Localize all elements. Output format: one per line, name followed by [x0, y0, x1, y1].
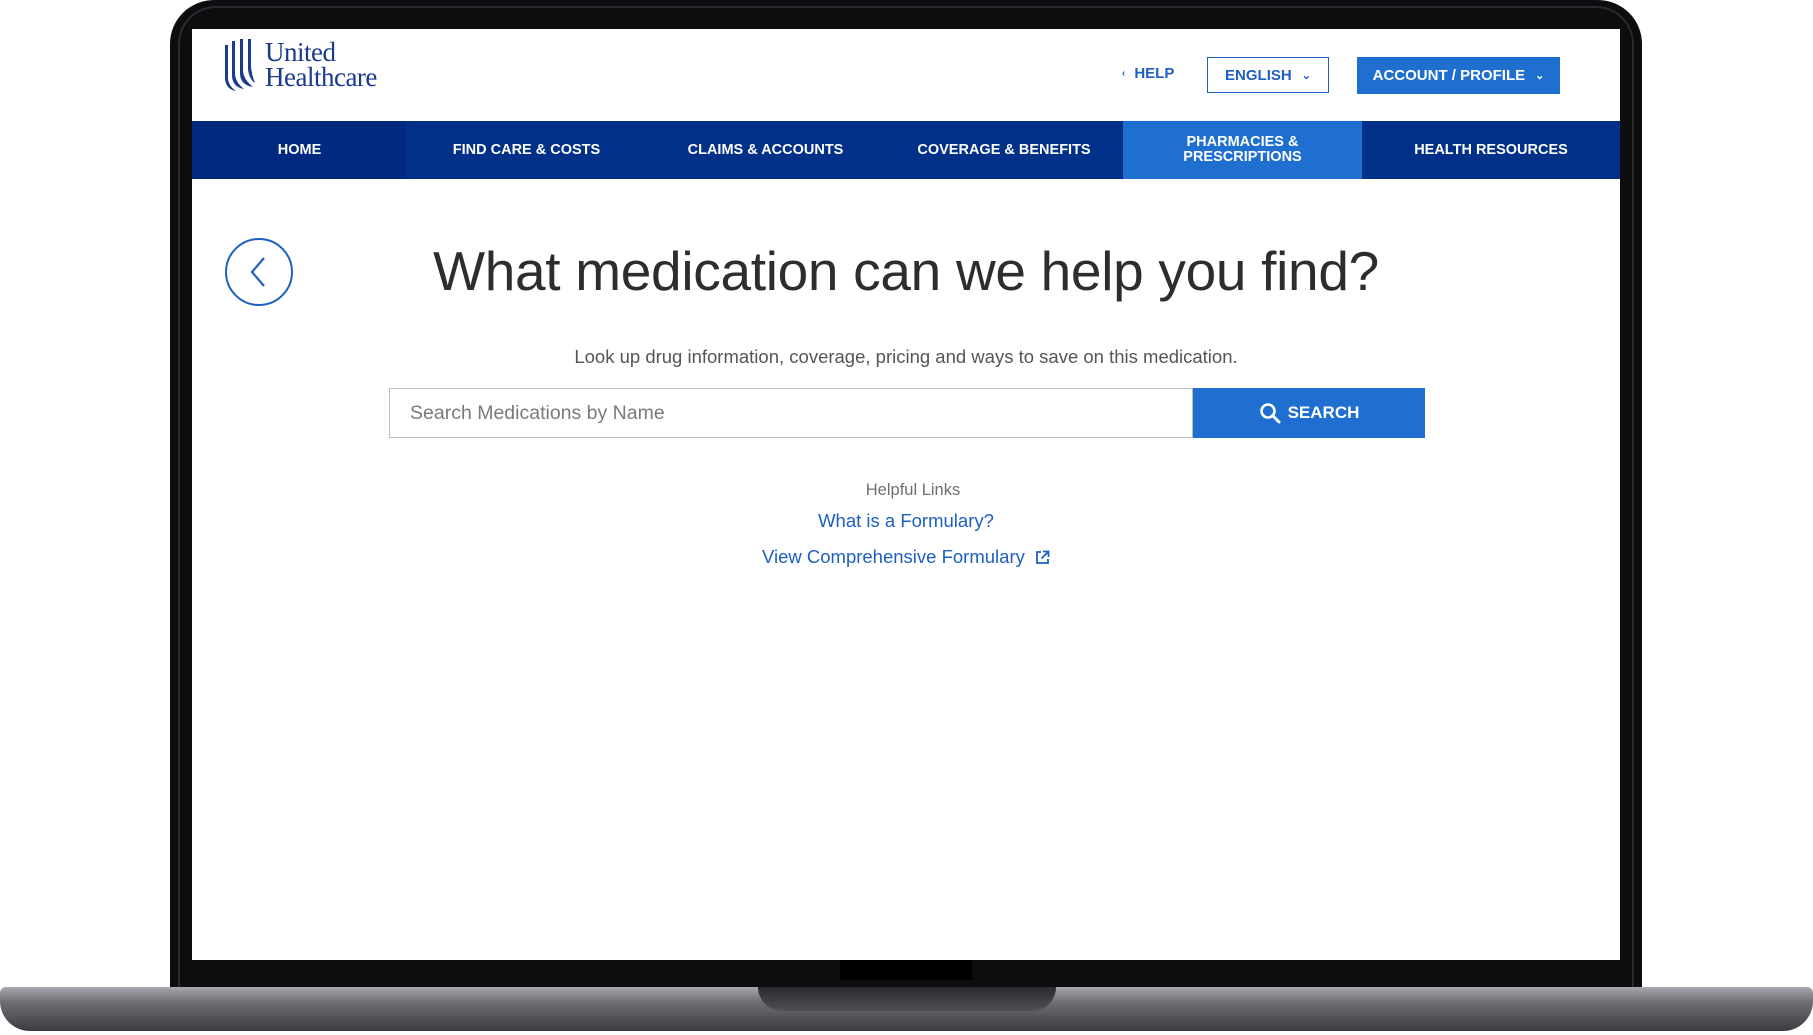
help-link[interactable]: ‹ HELP	[1122, 65, 1174, 82]
chevron-down-icon: ⌄	[1301, 69, 1311, 82]
comprehensive-formulary-link[interactable]: View Comprehensive Formulary	[192, 546, 1620, 568]
nav-item-pharmacies-prescriptions[interactable]: PHARMACIES & PRESCRIPTIONS	[1123, 121, 1362, 179]
formulary-link[interactable]: What is a Formulary?	[192, 510, 1620, 532]
laptop-notch	[758, 987, 1056, 1011]
chevron-left-small-icon: ‹	[1122, 68, 1126, 79]
page-subtitle: Look up drug information, coverage, pric…	[574, 346, 1238, 367]
external-link-icon	[1036, 550, 1050, 564]
laptop-label-tab	[840, 960, 972, 980]
account-label: ACCOUNT / PROFILE	[1372, 67, 1526, 84]
comprehensive-formulary-label: View Comprehensive Formulary	[761, 546, 1025, 567]
helpful-links-heading: Helpful Links	[865, 481, 961, 499]
medication-search: SEARCH	[389, 388, 1425, 438]
help-label: HELP	[1134, 65, 1175, 82]
unitedhealthcare-logo[interactable]: United Healthcare	[222, 37, 377, 93]
language-dropdown[interactable]: ENGLISH ⌄	[1207, 57, 1329, 93]
search-icon	[1259, 403, 1281, 424]
nav-item-coverage-benefits[interactable]: COVERAGE & BENEFITS	[885, 121, 1123, 179]
browser-screen: United Healthcare ‹ HELP ENGLISH ⌄ ACCOU…	[192, 29, 1620, 960]
chevron-down-icon: ⌄	[1535, 70, 1545, 82]
language-label: ENGLISH	[1225, 66, 1292, 84]
page-title: What medication can we help you find?	[433, 240, 1379, 302]
main-nav: HOME FIND CARE & COSTS CLAIMS & ACCOUNTS…	[192, 121, 1620, 179]
site-header: United Healthcare ‹ HELP ENGLISH ⌄ ACCOU…	[192, 29, 1620, 121]
medication-search-input[interactable]	[389, 388, 1193, 438]
account-profile-dropdown[interactable]: ACCOUNT / PROFILE ⌄	[1357, 57, 1560, 94]
search-button-label: SEARCH	[1287, 403, 1360, 422]
logo-line-2: Healthcare	[265, 62, 377, 92]
nav-item-home[interactable]: HOME	[192, 121, 407, 179]
logo-mark-icon	[225, 39, 255, 91]
nav-item-health-resources[interactable]: HEALTH RESOURCES	[1362, 121, 1620, 179]
nav-item-find-care-costs[interactable]: FIND CARE & COSTS	[407, 121, 646, 179]
search-button[interactable]: SEARCH	[1193, 388, 1425, 438]
nav-item-claims-accounts[interactable]: CLAIMS & ACCOUNTS	[646, 121, 885, 179]
logo-wordmark: United Healthcare	[265, 39, 377, 92]
